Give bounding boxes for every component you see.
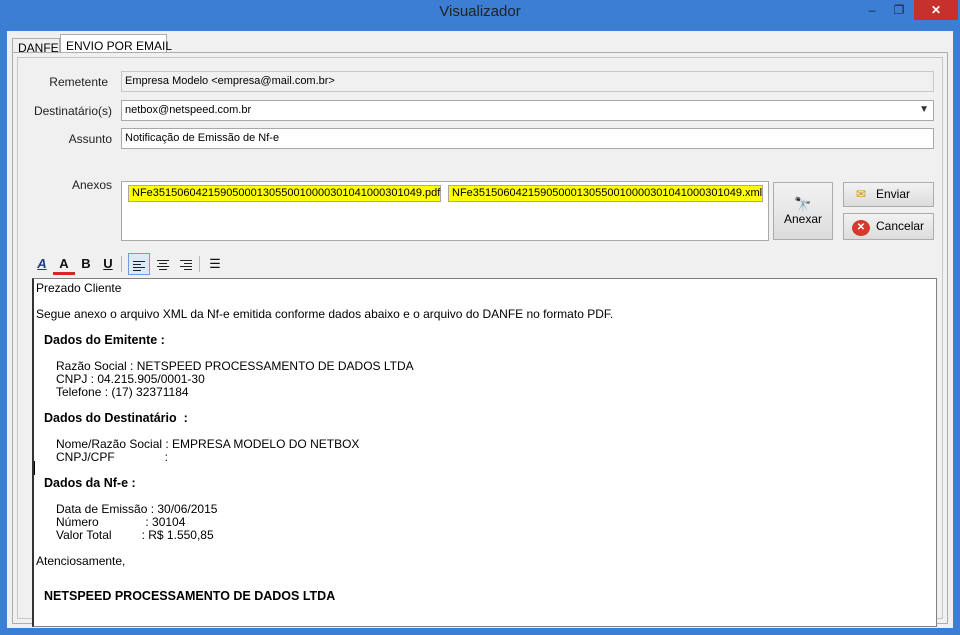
close-icon[interactable]: ✕ [914,0,958,20]
chevron-down-icon[interactable]: ▼ [919,104,929,115]
body-intro: Segue anexo o arquivo XML da Nf-e emitid… [36,307,614,321]
cancelar-label: Cancelar [876,219,925,233]
assunto-field[interactable]: Notificação de Emissão de Nf-e [121,128,934,149]
align-center-icon[interactable] [152,253,174,275]
align-left-icon[interactable] [128,253,150,275]
message-editor[interactable]: Prezado Cliente Segue anexo o arquivo XM… [32,278,937,627]
minimize-icon[interactable]: – [858,0,886,20]
client-area: DANFE ENVIO POR EMAIL Remetente Empresa … [7,31,953,628]
emitente-telefone: Telefone : (17) 32371184 [56,385,189,399]
remetente-label: Remetente [49,75,108,89]
destinatario-header: Dados do Destinatário : [44,411,188,425]
enviar-button[interactable]: ✉ Enviar [843,182,934,207]
format-toolbar: A A B U ☰ [31,253,936,275]
enviar-label: Enviar [876,187,911,201]
bold-icon[interactable]: B [75,253,97,275]
attachment-pdf[interactable]: NFe3515060421590500013055001000030104100… [128,185,441,202]
cancel-icon: ✕ [852,220,870,236]
body-greeting: Prezado Cliente [36,281,122,295]
body-signature: NETSPEED PROCESSAMENTO DE DADOS LTDA [44,589,336,603]
visualizador-window: Visualizador – ❐ ✕ DANFE ENVIO POR EMAIL… [0,0,960,635]
nfe-header: Dados da Nf-e : [44,476,136,490]
font-color-icon[interactable]: A [53,253,75,275]
destinatario-cnpj: CNPJ/CPF : [56,450,169,464]
emitente-header: Dados do Emitente : [44,333,165,347]
assunto-label: Assunto [68,132,112,146]
align-right-icon[interactable] [175,253,197,275]
destinatario-value: netbox@netspeed.com.br [125,104,252,116]
anexar-label: Anexar [783,212,823,226]
font-icon[interactable]: A [31,253,53,275]
title-bar[interactable]: Visualizador – ❐ ✕ [0,0,960,24]
window-title: Visualizador [439,3,521,20]
toolbar-separator [121,256,122,272]
text-cursor [34,461,35,475]
body-closing: Atenciosamente, [36,554,126,568]
destinatario-label: Destinatário(s) [33,104,112,118]
remetente-field: Empresa Modelo <empresa@mail.com.br> [121,71,934,92]
cancelar-button[interactable]: ✕ Cancelar [843,213,934,240]
bullet-list-icon[interactable]: ☰ [204,253,226,275]
tab-panel: Remetente Empresa Modelo <empresa@mail.c… [12,52,948,627]
underline-icon[interactable]: U [97,253,119,275]
anexar-button[interactable]: 🔭 Anexar [773,182,833,240]
attachments-list[interactable]: NFe3515060421590500013055001000030104100… [121,181,769,241]
destinatario-combo[interactable]: netbox@netspeed.com.br ▼ [121,100,934,121]
maximize-icon[interactable]: ❐ [886,0,912,20]
nfe-valor: Valor Total : R$ 1.550,85 [56,528,214,542]
toolbar-separator [199,256,200,272]
email-frame: Remetente Empresa Modelo <empresa@mail.c… [17,57,943,627]
attachment-xml[interactable]: NFe3515060421590500013055001000030104100… [448,185,763,202]
anexos-label: Anexos [71,178,112,192]
send-mail-icon: ✉ [855,187,867,201]
binoculars-icon: 🔭 [794,196,812,212]
